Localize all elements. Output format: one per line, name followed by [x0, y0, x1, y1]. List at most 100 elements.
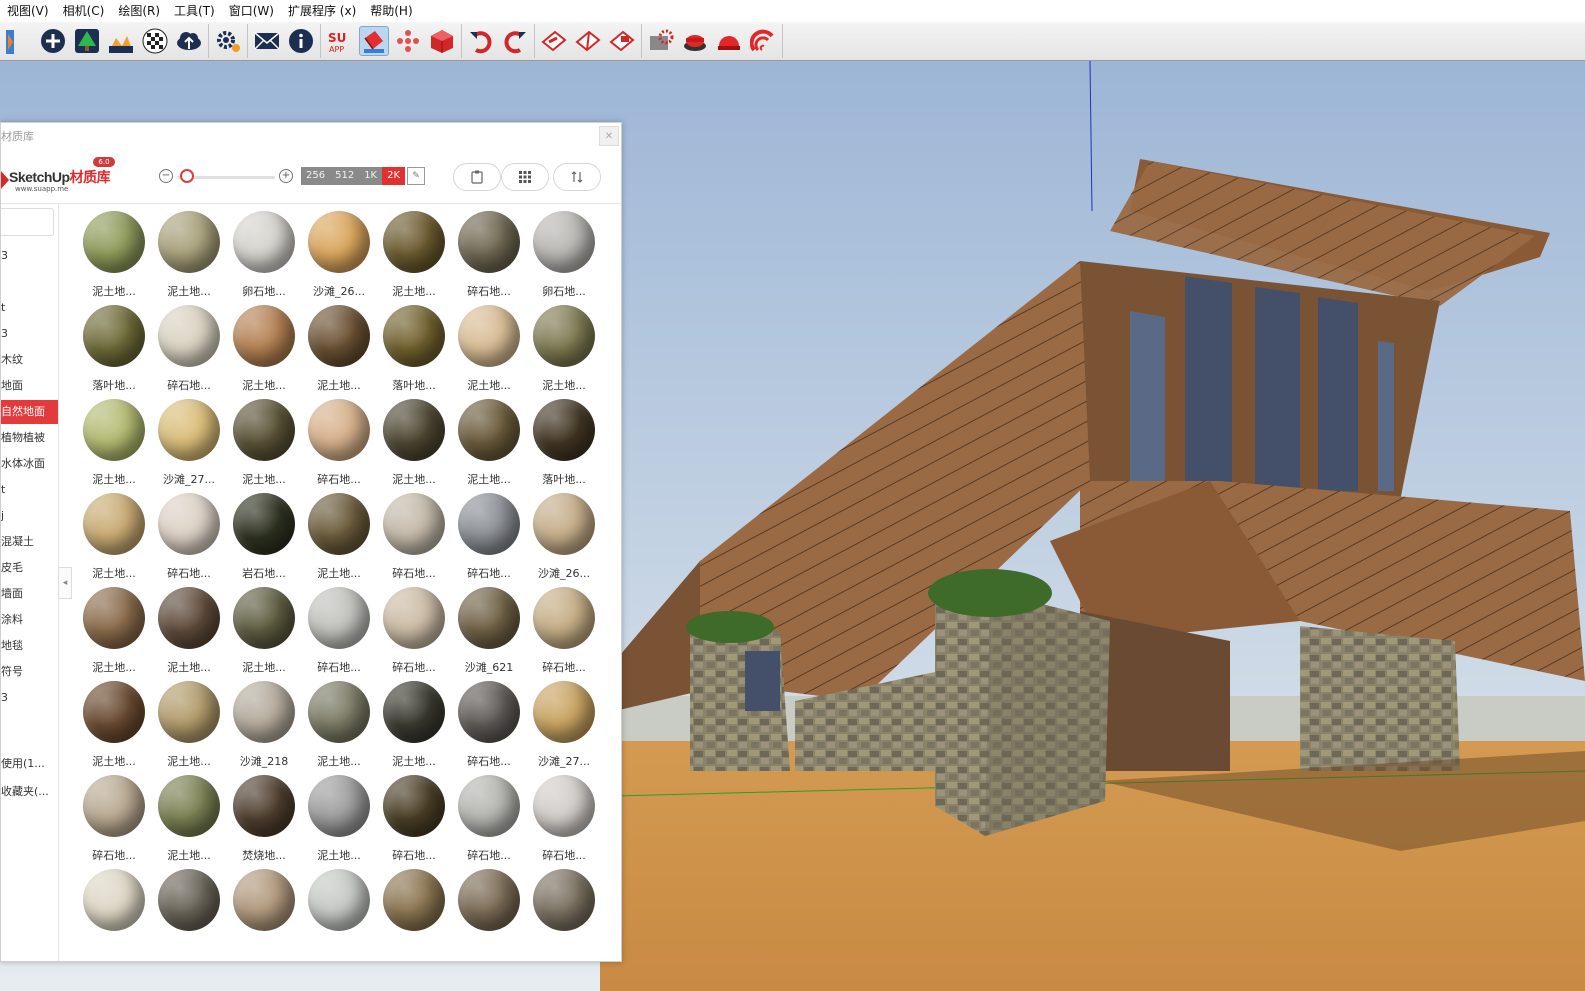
- category-item[interactable]: 植物植被: [1, 426, 58, 450]
- component-dots-button[interactable]: [393, 26, 423, 56]
- category-search-input[interactable]: [1, 208, 54, 236]
- material-tile[interactable]: 碎石地...: [375, 493, 449, 587]
- material-tile[interactable]: [450, 869, 524, 963]
- size-slider-thumb[interactable]: [179, 169, 194, 183]
- material-tile[interactable]: 碎石地...: [300, 587, 374, 681]
- collapse-sidebar-button[interactable]: ◂: [58, 567, 72, 599]
- category-item[interactable]: 木纹: [1, 348, 58, 372]
- grid-view-button[interactable]: [501, 163, 549, 191]
- material-tile[interactable]: 碎石地...: [450, 775, 524, 869]
- clipboard-button[interactable]: [453, 163, 501, 191]
- material-tile[interactable]: [75, 869, 149, 963]
- material-tile[interactable]: [150, 869, 224, 963]
- redo-button[interactable]: [500, 26, 530, 56]
- category-item[interactable]: 墙面: [1, 582, 58, 606]
- material-tile[interactable]: [300, 869, 374, 963]
- material-tile[interactable]: 泥土地...: [300, 493, 374, 587]
- category-item[interactable]: [1, 724, 58, 748]
- material-tile[interactable]: 碎石地...: [450, 211, 524, 305]
- material-tile[interactable]: 碎石地...: [150, 305, 224, 399]
- category-item[interactable]: 3: [1, 244, 58, 268]
- material-tile[interactable]: 泥土地...: [225, 587, 299, 681]
- material-tile[interactable]: 泥土地...: [300, 681, 374, 775]
- material-tile[interactable]: 沙滩_27...: [150, 399, 224, 493]
- render-swirl-button[interactable]: [748, 26, 778, 56]
- section-red-button[interactable]: [539, 26, 569, 56]
- category-item[interactable]: 地面: [1, 374, 58, 398]
- gear-settings-button[interactable]: [213, 26, 243, 56]
- material-tile[interactable]: 泥土地...: [525, 305, 599, 399]
- zoom-in-icon[interactable]: +: [279, 169, 293, 183]
- paint-bucket-button[interactable]: [359, 26, 389, 56]
- material-tile[interactable]: 泥土地...: [75, 587, 149, 681]
- category-item[interactable]: 涂料: [1, 608, 58, 632]
- resolution-edit-icon[interactable]: ✎: [407, 167, 426, 185]
- menu-item[interactable]: 绘图(R): [111, 0, 167, 22]
- material-tile[interactable]: 泥土地...: [150, 775, 224, 869]
- render-gear-button[interactable]: [646, 26, 676, 56]
- material-tile[interactable]: 碎石地...: [150, 493, 224, 587]
- resolution-option[interactable]: 1K: [359, 167, 383, 185]
- material-tile[interactable]: 碎石地...: [300, 399, 374, 493]
- category-item[interactable]: 3: [1, 322, 58, 346]
- material-tile[interactable]: 泥土地...: [375, 211, 449, 305]
- material-tile[interactable]: 碎石地...: [525, 587, 599, 681]
- material-tile[interactable]: 泥土地...: [75, 493, 149, 587]
- material-tile[interactable]: 沙滩_218: [225, 681, 299, 775]
- tree-upload-button[interactable]: [72, 26, 102, 56]
- material-tile[interactable]: 岩石地...: [225, 493, 299, 587]
- material-tile[interactable]: 碎石地...: [450, 681, 524, 775]
- category-item[interactable]: 皮毛: [1, 556, 58, 580]
- resolution-option[interactable]: 2K: [382, 167, 406, 185]
- material-tile[interactable]: 碎石地...: [375, 775, 449, 869]
- resolution-option[interactable]: 256: [301, 167, 331, 185]
- material-tile[interactable]: [375, 869, 449, 963]
- checker-button[interactable]: [140, 26, 170, 56]
- category-item[interactable]: t: [1, 478, 58, 502]
- undo-button[interactable]: [466, 26, 496, 56]
- material-tile[interactable]: 沙滩_27...: [525, 681, 599, 775]
- category-item[interactable]: 混凝土: [1, 530, 58, 554]
- panel-titlebar[interactable]: 材质库 ✕: [1, 123, 621, 149]
- category-item[interactable]: 自然地面: [1, 400, 58, 424]
- material-tile[interactable]: 泥土地...: [75, 211, 149, 305]
- category-item[interactable]: 收藏夹(...: [1, 780, 58, 804]
- section-red2-button[interactable]: [573, 26, 603, 56]
- material-tile[interactable]: 沙滩_621: [450, 587, 524, 681]
- material-tile[interactable]: 泥土地...: [150, 211, 224, 305]
- material-tile[interactable]: 泥土地...: [450, 399, 524, 493]
- render-red-button-button[interactable]: [680, 26, 710, 56]
- render-helmet-button[interactable]: [714, 26, 744, 56]
- sort-button[interactable]: [553, 163, 601, 191]
- material-tile[interactable]: 泥土地...: [225, 399, 299, 493]
- material-tile[interactable]: 泥土地...: [300, 305, 374, 399]
- material-tile[interactable]: 泥土地...: [375, 681, 449, 775]
- material-tile[interactable]: 落叶地...: [525, 399, 599, 493]
- category-item[interactable]: t: [1, 296, 58, 320]
- material-tile[interactable]: 卵石地...: [525, 211, 599, 305]
- zoom-out-icon[interactable]: −: [159, 169, 173, 183]
- cloud-upload-button[interactable]: [174, 26, 204, 56]
- add-circle-button[interactable]: [38, 26, 68, 56]
- material-tile[interactable]: 落叶地...: [75, 305, 149, 399]
- material-tile[interactable]: 碎石地...: [525, 775, 599, 869]
- material-tile[interactable]: 沙滩_26...: [525, 493, 599, 587]
- terrain-button[interactable]: [106, 26, 136, 56]
- menu-item[interactable]: 帮助(H): [363, 0, 419, 22]
- material-tile[interactable]: 泥土地...: [150, 587, 224, 681]
- suapp-button[interactable]: SU APP: [325, 26, 355, 56]
- material-tile[interactable]: 碎石地...: [450, 493, 524, 587]
- menu-item[interactable]: 工具(T): [167, 0, 222, 22]
- material-tile[interactable]: 焚烧地...: [225, 775, 299, 869]
- info-button[interactable]: [286, 26, 316, 56]
- category-item[interactable]: 符号: [1, 660, 58, 684]
- material-tile[interactable]: 卵石地...: [225, 211, 299, 305]
- category-item[interactable]: j: [1, 504, 58, 528]
- section-red3-button[interactable]: [607, 26, 637, 56]
- material-tile[interactable]: 泥土地...: [75, 681, 149, 775]
- menu-item[interactable]: 相机(C): [56, 0, 112, 22]
- material-tile[interactable]: 碎石地...: [75, 775, 149, 869]
- material-tile[interactable]: 泥土地...: [75, 399, 149, 493]
- menu-item[interactable]: 窗口(W): [222, 0, 281, 22]
- category-item[interactable]: 使用(1...: [1, 752, 58, 776]
